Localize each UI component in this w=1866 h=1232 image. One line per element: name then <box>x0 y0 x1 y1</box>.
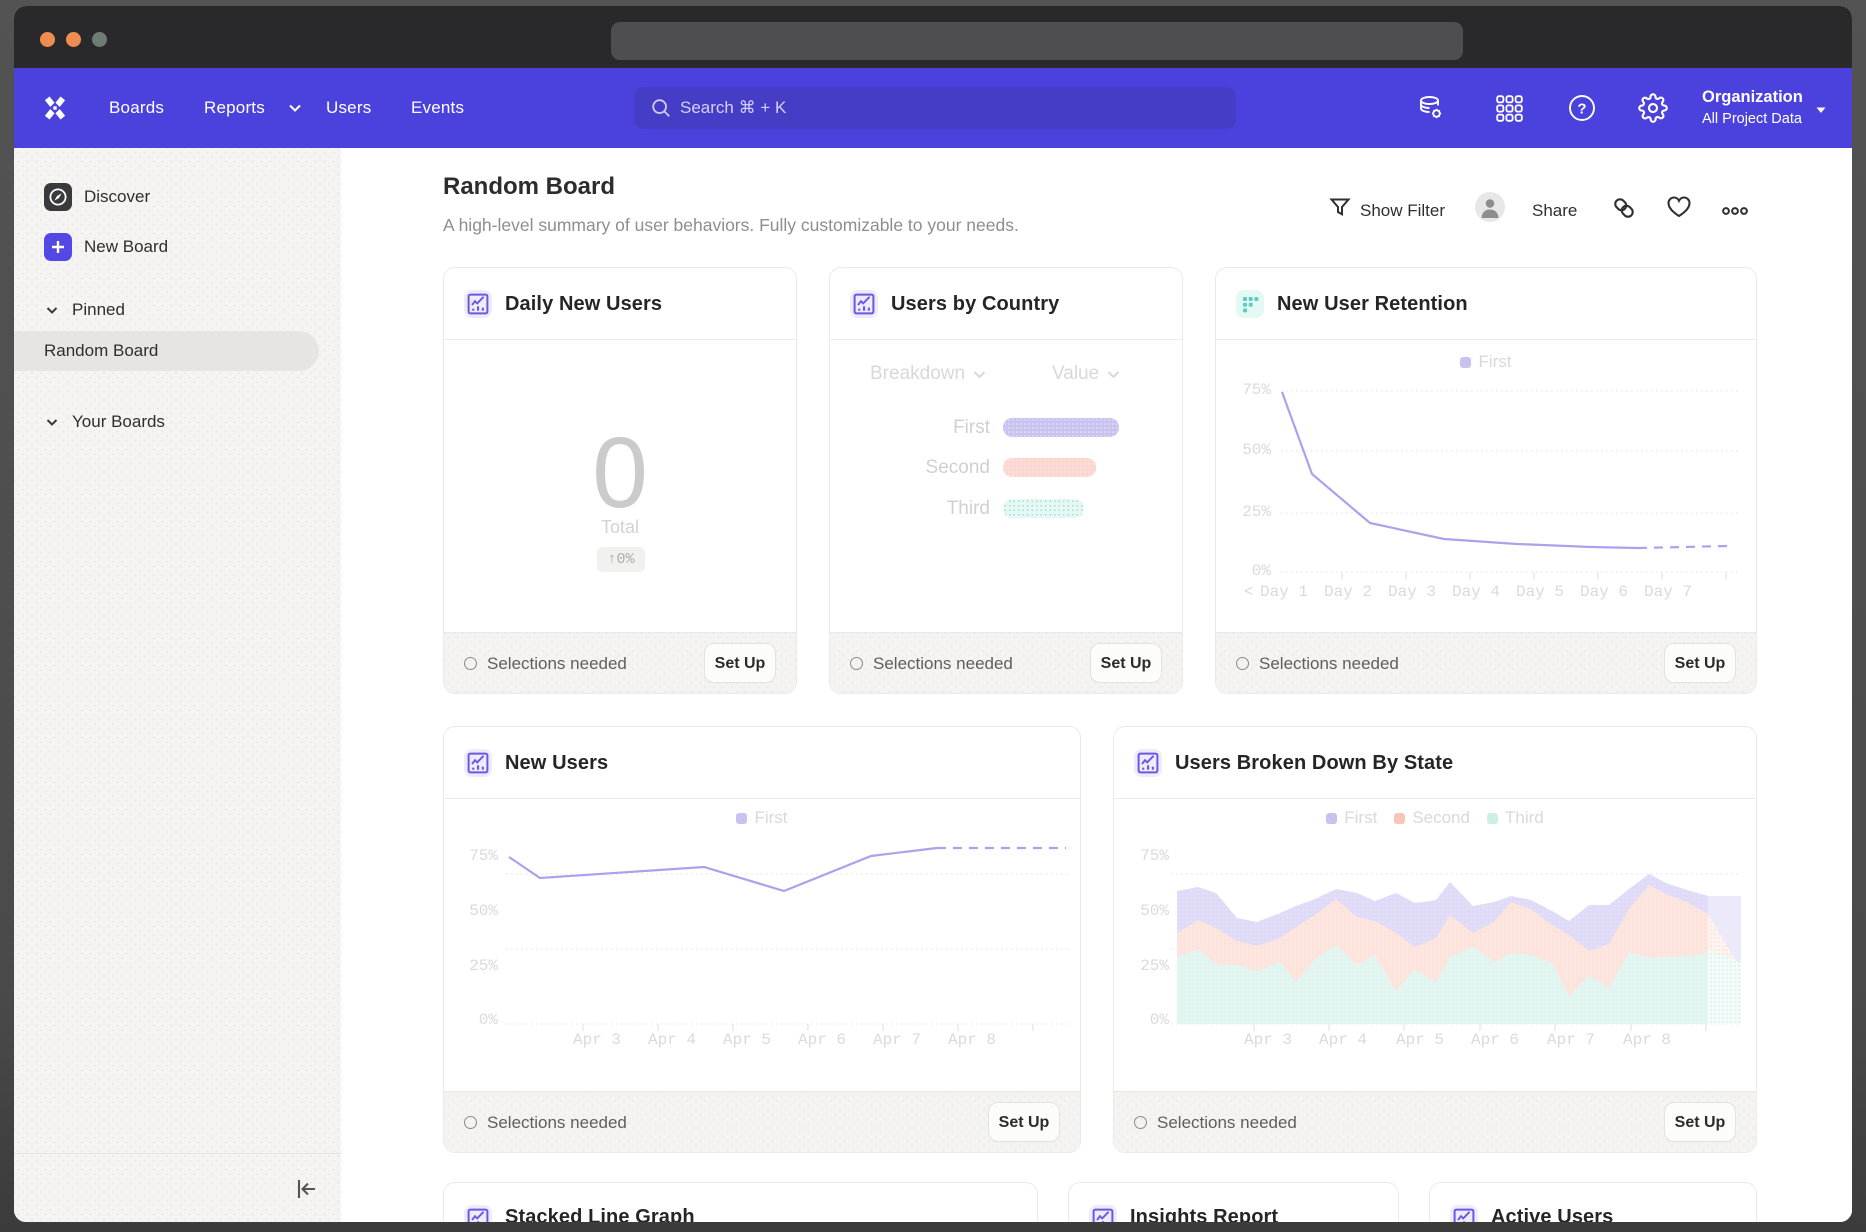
svg-text:?: ? <box>1577 101 1586 118</box>
